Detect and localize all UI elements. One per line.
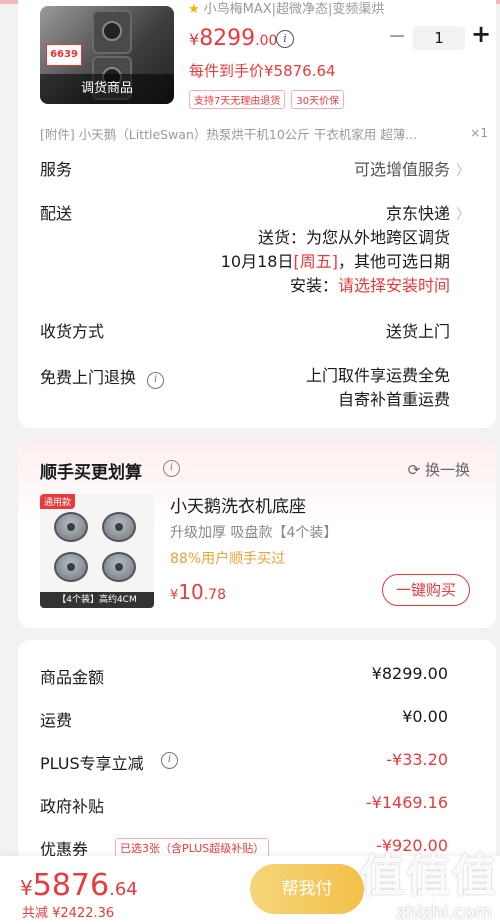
watermark-url: zhizhi.com bbox=[396, 902, 492, 923]
shipping-label: 运费 bbox=[40, 711, 73, 730]
addon-popularity: 88%用户顺手买过 bbox=[170, 551, 286, 567]
return-self-ship-note: 自寄补首重运费 bbox=[337, 390, 450, 409]
receive-method-label: 收货方式 bbox=[40, 322, 105, 341]
decrease-quantity-button[interactable]: − bbox=[388, 24, 406, 49]
product-price: ¥8299.00 bbox=[189, 26, 278, 51]
order-item-card: 6639 调货商品 ★ 小鸟梅MAX|超微净态|变频渠烘 ¥8299.00 i −… bbox=[18, 0, 496, 428]
service-tags: 支持7天无理由退货 30天价保 bbox=[189, 90, 345, 109]
per-item-final-price: 每件到手价¥5876.64 bbox=[189, 62, 336, 80]
plus-discount-value: -¥33.20 bbox=[386, 750, 448, 769]
addon-price: ¥10.78 bbox=[170, 580, 226, 604]
return-pickup-note: 上门取件享运费全免 bbox=[305, 366, 450, 385]
washer-image-top bbox=[92, 10, 132, 54]
foot-pad-image bbox=[54, 552, 88, 582]
watermark-logo: 值 bbox=[452, 851, 496, 902]
total-saved: 共减 ¥2422.36 bbox=[22, 906, 115, 921]
receive-method-value[interactable]: 送货上门 bbox=[386, 318, 450, 342]
chevron-right-icon: 〉 bbox=[456, 163, 470, 179]
attachment-quantity: ×1 bbox=[470, 126, 488, 140]
install-time[interactable]: 安装：请选择安装时间 bbox=[290, 272, 450, 296]
transfer-goods-label: 调货商品 bbox=[40, 74, 174, 104]
price-protect-tag: 30天价保 bbox=[291, 90, 345, 109]
total-price: ¥5876.64 bbox=[20, 868, 138, 903]
promo-sticker: 6639 bbox=[46, 44, 82, 66]
service-value[interactable]: 可选增值服务〉 bbox=[354, 156, 470, 180]
gov-subsidy-label: 政府补贴 bbox=[40, 797, 105, 816]
shipping-value: ¥0.00 bbox=[402, 707, 448, 726]
goods-amount-value: ¥8299.00 bbox=[371, 664, 448, 683]
addon-image-caption: 【4个装】高约4CM bbox=[40, 592, 154, 608]
foot-pad-image bbox=[102, 552, 136, 582]
watermark-text: 白己付 bbox=[419, 888, 456, 902]
free-return-label: 免费上门退换 i bbox=[40, 364, 165, 390]
addon-info-icon[interactable]: i bbox=[163, 460, 180, 477]
coupon-selected-tag[interactable]: 已选3张（含PLUS超级补贴） bbox=[115, 838, 270, 858]
addon-recommendation-card: 顺手买更划算 i ⟳ 换一换 通用款 【4个装】高约4CM 小天鹅洗衣机底座 升… bbox=[18, 440, 496, 628]
plus-discount-label: PLUS专享立减 bbox=[40, 754, 144, 773]
addon-name[interactable]: 小天鹅洗衣机底座 bbox=[170, 492, 306, 517]
delivery-date[interactable]: 10月18日[周五]，其他可选日期 bbox=[221, 248, 450, 272]
quantity-field[interactable]: 1 bbox=[413, 26, 465, 50]
goods-amount-label: 商品金额 bbox=[40, 668, 105, 687]
pay-for-me-button[interactable]: 帮我付 bbox=[250, 864, 364, 914]
price-info-icon[interactable]: i bbox=[276, 30, 294, 48]
delivery-transfer-note: 送货：为您从外地跨区调货 bbox=[257, 228, 450, 247]
product-title[interactable]: ★ 小鸟梅MAX|超微净态|变频渠烘 bbox=[188, 0, 384, 17]
return-info-icon[interactable]: i bbox=[147, 372, 165, 389]
delivery-label: 配送 bbox=[40, 204, 73, 223]
return-policy-tag: 支持7天无理由退货 bbox=[189, 90, 286, 109]
one-click-buy-button[interactable]: 一键购买 bbox=[382, 574, 470, 606]
service-label: 服务 bbox=[40, 160, 73, 179]
addon-title: 顺手买更划算 bbox=[40, 463, 142, 483]
generic-badge: 通用款 bbox=[40, 494, 76, 509]
increase-quantity-button[interactable]: + bbox=[471, 20, 491, 48]
swap-button[interactable]: ⟳ 换一换 bbox=[408, 459, 470, 480]
foot-pad-image bbox=[102, 512, 136, 542]
gov-subsidy-value: -¥1469.16 bbox=[365, 793, 448, 812]
plus-info-icon[interactable]: i bbox=[161, 752, 178, 769]
star-icon: ★ bbox=[188, 2, 200, 17]
addon-product-image[interactable]: 通用款 【4个装】高约4CM bbox=[40, 494, 154, 608]
addon-spec: 升级加厚 吸盘款【4个装】 bbox=[170, 525, 338, 541]
attachment-item[interactable]: [附件] 小天鹅（LittleSwan）热泵烘干机10公斤 干衣机家用 超薄..… bbox=[40, 124, 480, 143]
foot-pad-image bbox=[54, 512, 88, 542]
chevron-right-icon: 〉 bbox=[456, 207, 470, 223]
refresh-icon: ⟳ bbox=[407, 461, 421, 479]
site-watermark: 值 值 值 白己付 zhizhi.com bbox=[360, 840, 500, 924]
watermark-logo: 值 bbox=[360, 851, 404, 902]
delivery-carrier[interactable]: 京东快递〉 bbox=[386, 200, 470, 224]
product-thumbnail[interactable]: 6639 调货商品 bbox=[40, 6, 174, 104]
